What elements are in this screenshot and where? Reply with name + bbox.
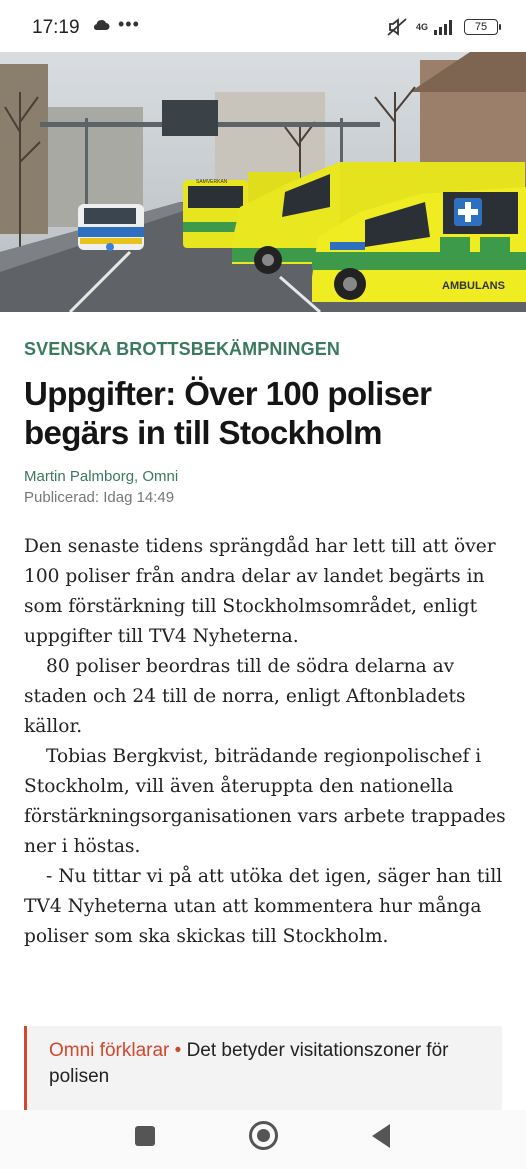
article-headline: Uppgifter: Över 100 poliser begärs in ti… <box>24 375 432 451</box>
signal-icon <box>434 20 452 35</box>
status-bar: 17:19 ••• 4G 75 <box>0 0 526 52</box>
article: SVENSKA BROTTSBEKÄMPNINGEN Uppgifter: Öv… <box>0 312 526 1110</box>
more-dots: ••• <box>118 14 140 34</box>
battery-level: 75 <box>474 21 488 33</box>
battery-icon: 75 <box>464 19 501 35</box>
status-time: 17:19 <box>32 17 80 38</box>
explainer-tag: Omni förklarar • <box>49 1040 182 1061</box>
article-body: Den senaste tidens sprängdåd har lett ti… <box>24 532 512 952</box>
police-car <box>78 204 144 251</box>
hero-photo: SAMVERKAN AMBULANS <box>0 52 526 312</box>
cloud-icon <box>93 20 110 30</box>
vehicle-label-1: SAMVERKAN <box>196 179 228 185</box>
system-nav-bar <box>0 1110 526 1169</box>
article-paragraph: Tobias Bergkvist, biträdande regionpolis… <box>24 746 506 857</box>
article-paragraph: Den senaste tidens sprängdåd har lett ti… <box>24 536 496 647</box>
omni-explainer-link[interactable]: Omni förklarar • Det betyder visitations… <box>24 1026 502 1110</box>
back-button[interactable] <box>372 1124 390 1148</box>
publish-time: Publicerad: Idag 14:49 <box>24 489 175 506</box>
article-kicker[interactable]: SVENSKA BROTTSBEKÄMPNINGEN <box>24 339 340 360</box>
article-paragraph: 80 poliser beordras till de södra delarn… <box>24 656 466 737</box>
mute-icon <box>387 18 407 36</box>
network-type: 4G <box>415 21 428 32</box>
article-paragraph: - Nu tittar vi på att utöka det igen, sä… <box>24 866 503 947</box>
ambulans-label: AMBULANS <box>442 280 505 292</box>
recent-apps-button[interactable] <box>135 1126 155 1146</box>
article-author[interactable]: Martin Palmborg, Omni <box>24 468 178 485</box>
home-button[interactable] <box>249 1121 278 1150</box>
ambulance-scene-image: SAMVERKAN AMBULANS <box>0 52 526 312</box>
status-icons: 4G 75 <box>386 17 501 37</box>
